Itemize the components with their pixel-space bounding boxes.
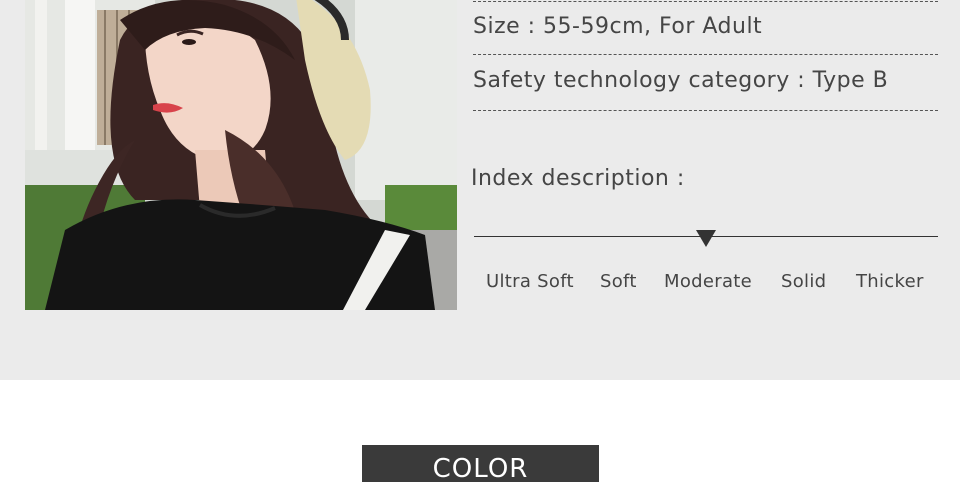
- product-photo: [25, 0, 457, 310]
- scale-label-ultra-soft: Ultra Soft: [486, 271, 574, 292]
- scale-label-thicker: Thicker: [856, 271, 924, 292]
- size-spec: Size : 55-59cm, For Adult: [473, 14, 763, 39]
- scale-label-solid: Solid: [781, 271, 827, 292]
- divider-safety: [473, 110, 938, 111]
- color-section-header: COLOR: [362, 445, 599, 484]
- scale-label-moderate: Moderate: [664, 271, 753, 292]
- divider-size: [473, 54, 938, 55]
- product-spec-section: Size : 55-59cm, For Adult Safety technol…: [0, 0, 960, 380]
- scale-marker-icon: [696, 230, 716, 247]
- divider-top: [473, 1, 938, 2]
- scale-label-soft: Soft: [600, 271, 637, 292]
- safety-spec: Safety technology category : Type B: [473, 68, 889, 93]
- index-description-label: Index description :: [471, 166, 685, 191]
- color-title: COLOR: [432, 454, 529, 484]
